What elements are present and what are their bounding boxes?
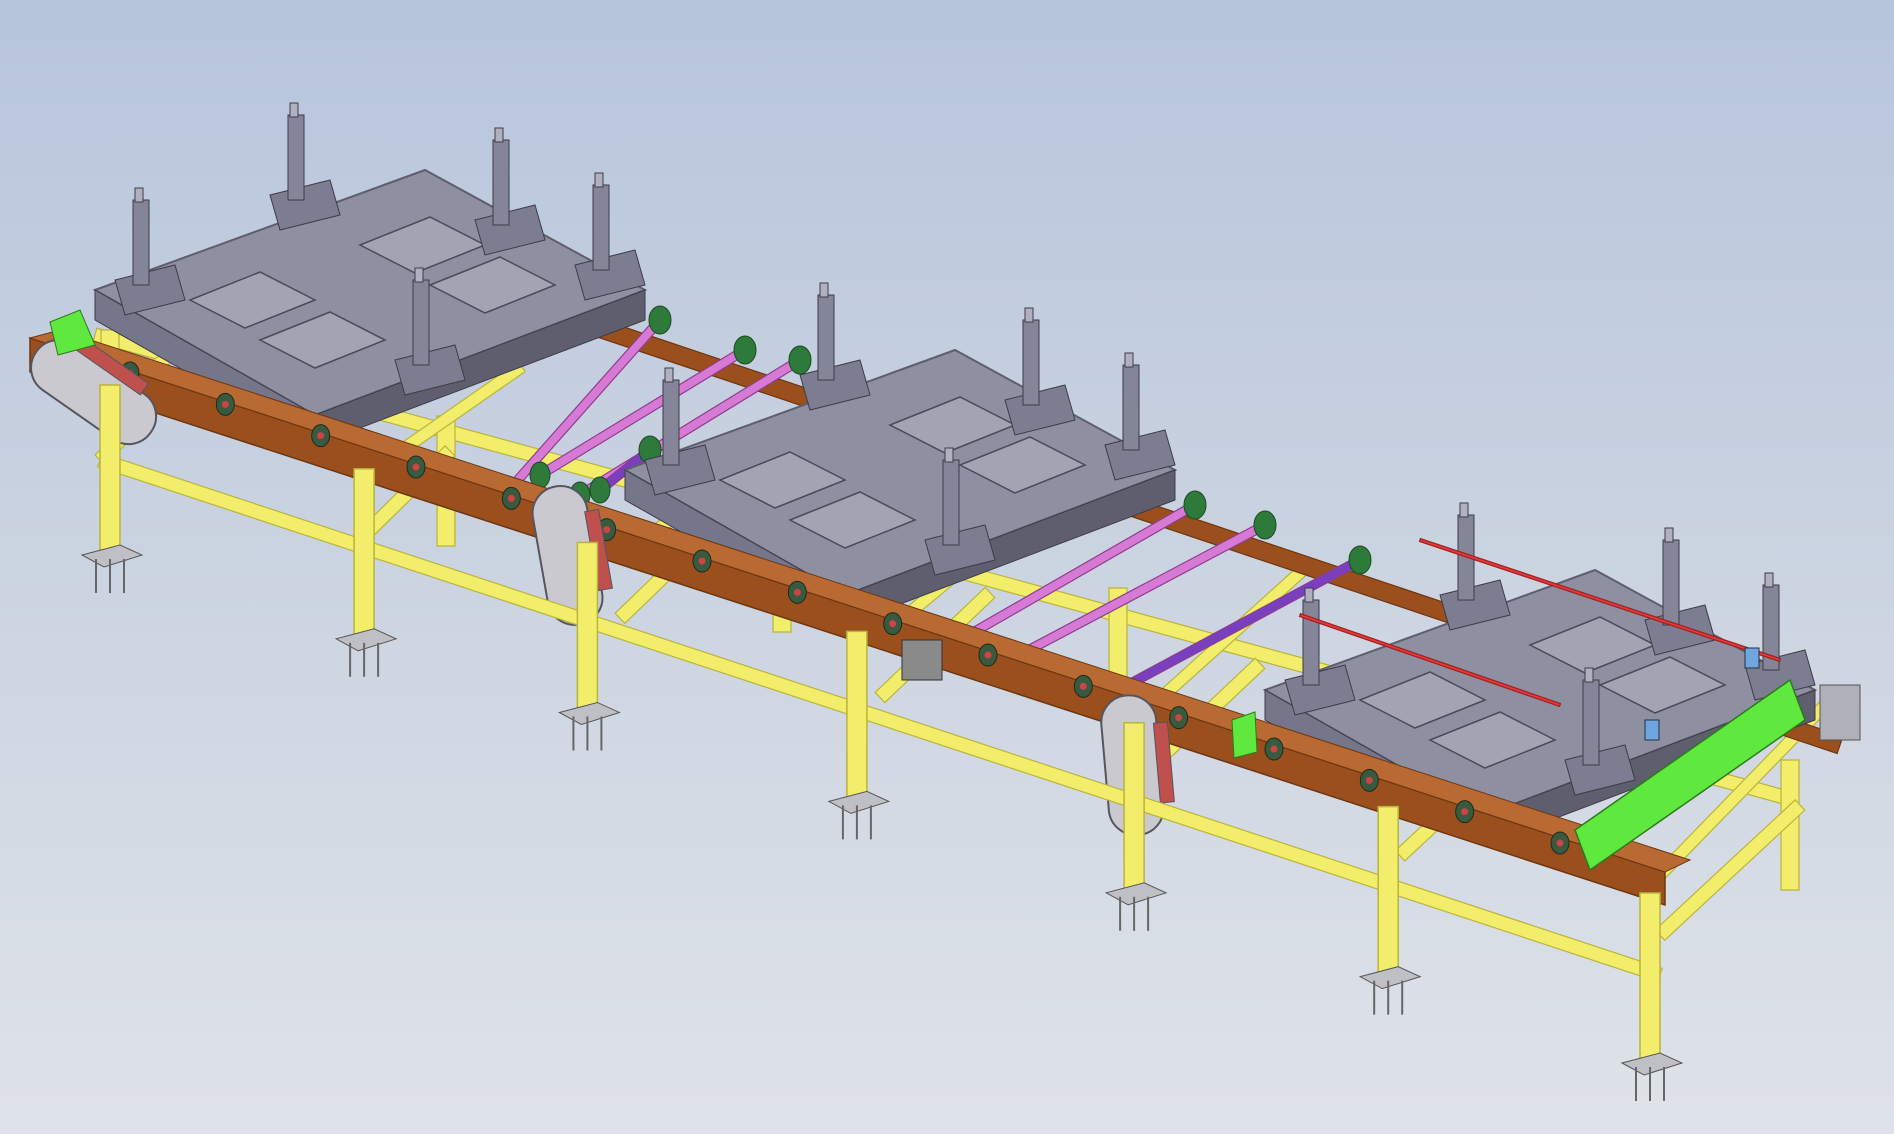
clamp-tip (664, 367, 674, 383)
roller-hub (603, 526, 611, 534)
roller-hub (889, 620, 897, 628)
support-leg (99, 384, 121, 556)
conveyor-assembly-drawing[interactable] (0, 0, 1894, 1134)
roller-hub (1175, 714, 1183, 722)
clamp-post (1122, 364, 1140, 451)
shaft-coupling (1348, 545, 1372, 575)
clamp-post (1022, 319, 1040, 406)
clamp-post (287, 114, 305, 201)
roller-hub (507, 494, 515, 502)
guard-mid (1231, 711, 1258, 759)
clamp-tip (1124, 352, 1134, 368)
roller-hub (221, 400, 229, 408)
leveling-foot-icon (1358, 966, 1422, 990)
clamp-post (492, 139, 510, 226)
leveling-foot-icon (334, 628, 398, 652)
clamp-tip (819, 282, 829, 298)
leveling-foot-icon (1104, 882, 1168, 906)
clamp-post (1302, 599, 1320, 686)
clamp-post (662, 379, 680, 466)
leveling-foot-icon (558, 701, 621, 726)
roller-hub (412, 463, 420, 471)
support-leg (1639, 892, 1661, 1064)
clamp-tip (1304, 587, 1314, 603)
clamp-tip (289, 102, 299, 118)
splice-plate (901, 639, 943, 681)
roller-hub (793, 588, 801, 596)
clamp-post (817, 294, 835, 381)
clamp-tip (1024, 307, 1034, 323)
roller-hub (1461, 808, 1469, 816)
roller-hub (1556, 839, 1564, 847)
clamp-post (1582, 679, 1600, 766)
sensor-head (1644, 719, 1660, 741)
clamp-post (592, 184, 610, 271)
support-leg (353, 468, 375, 640)
leveling-foot-icon (1620, 1052, 1684, 1076)
roller-hub (698, 557, 706, 565)
clamp-post (942, 459, 960, 546)
shaft-coupling (648, 305, 672, 335)
clamp-tip (414, 267, 424, 283)
leveling-foot-icon (827, 790, 891, 814)
roller-hub (984, 651, 992, 659)
clamp-post (412, 279, 430, 366)
roller-hub (1365, 776, 1373, 784)
clamp-post (132, 199, 150, 286)
shaft-coupling (1183, 490, 1207, 520)
support-leg (846, 630, 868, 803)
leveling-foot-icon (80, 544, 144, 568)
clamp-tip (134, 187, 144, 203)
shaft-coupling (733, 335, 757, 365)
clamp-tip (944, 447, 954, 463)
clamp-tip (1584, 667, 1594, 683)
shaft-coupling (589, 476, 611, 504)
support-leg (1123, 722, 1145, 894)
clamp-tip (1764, 572, 1774, 588)
clamp-post (1662, 539, 1680, 626)
shaft-coupling (788, 345, 812, 375)
roller-hub (1270, 745, 1278, 753)
clamp-tip (494, 127, 504, 143)
clamp-tip (594, 172, 604, 188)
clamp-tip (1459, 502, 1469, 518)
support-leg (576, 541, 599, 714)
sensor-head (1744, 647, 1760, 669)
cad-viewport[interactable] (0, 0, 1894, 1134)
control-box (1819, 684, 1861, 741)
shaft-coupling (1253, 510, 1277, 540)
support-leg (1377, 805, 1399, 978)
roller-hub (317, 432, 325, 440)
clamp-tip (1664, 527, 1674, 543)
roller-hub (1079, 682, 1087, 690)
